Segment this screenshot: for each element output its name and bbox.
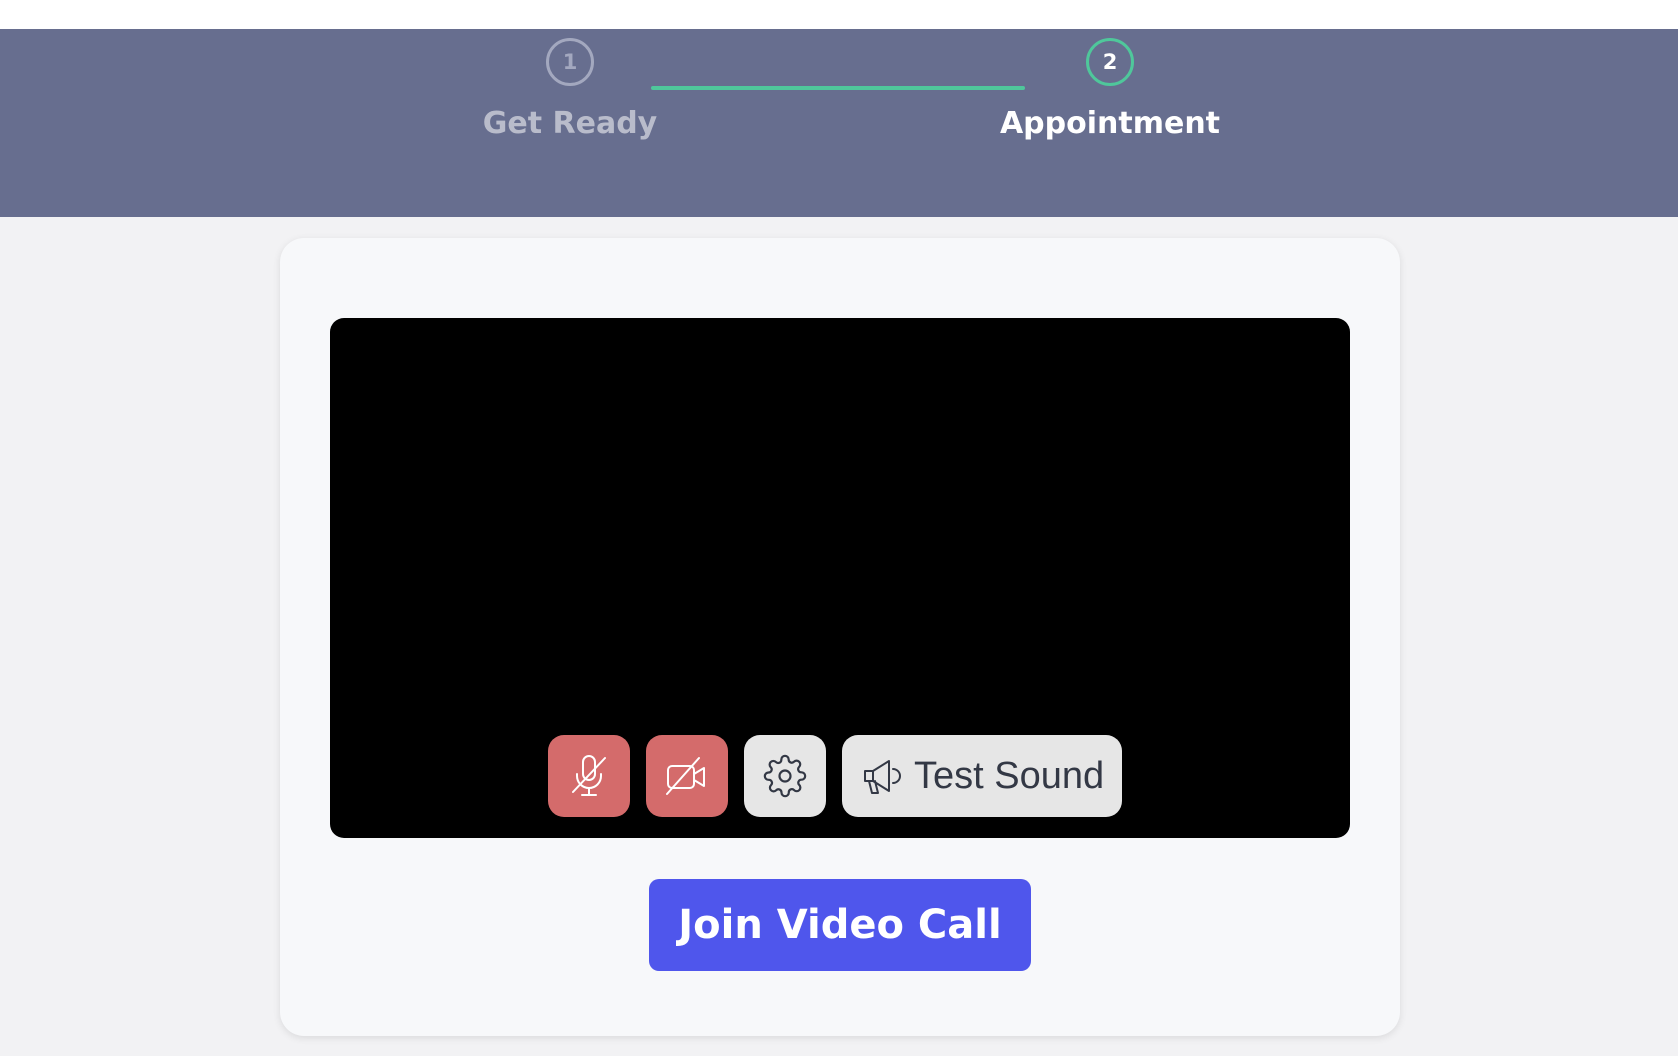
top-strip [0,0,1678,29]
camera-toggle-button[interactable] [646,735,728,817]
appointment-card: Test Sound Join Video Call [280,238,1400,1036]
test-sound-button[interactable]: Test Sound [842,735,1123,817]
video-preview: Test Sound [330,318,1350,838]
test-sound-label: Test Sound [914,754,1105,797]
stepper-bar [0,29,1678,217]
join-video-call-button[interactable]: Join Video Call [649,879,1031,971]
step-label: Get Ready [482,106,658,141]
microphone-toggle-button[interactable] [548,735,630,817]
step-number-circle: 2 [1086,38,1134,86]
step-number-circle: 1 [546,38,594,86]
camera-off-icon [666,757,705,795]
media-controls: Test Sound [548,735,1123,817]
megaphone-icon [864,760,901,794]
step-connector [651,86,1025,90]
step-appointment: 2 Appointment [990,38,1230,141]
step-get-ready: 1 Get Ready [470,38,670,141]
gear-icon [763,754,807,798]
mic-off-icon [572,755,606,796]
step-label: Appointment [999,106,1221,141]
settings-button[interactable] [744,735,826,817]
